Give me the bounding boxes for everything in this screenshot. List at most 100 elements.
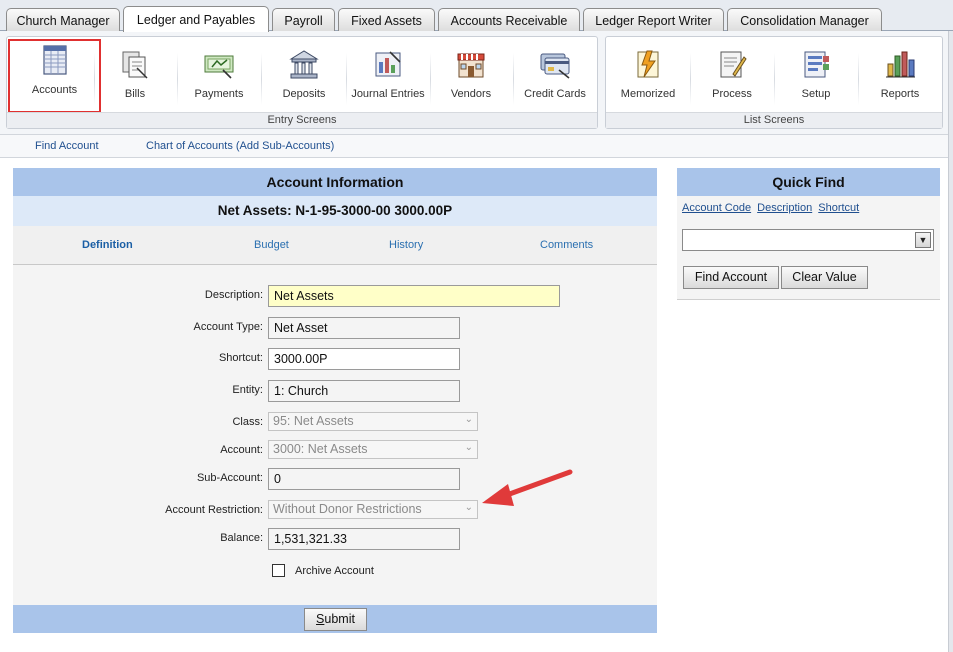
bills-button[interactable]: Bills <box>94 45 176 113</box>
tab-payroll[interactable]: Payroll <box>272 8 335 32</box>
chevron-down-icon[interactable]: ▼ <box>915 232 931 248</box>
sub-account-field: 0 <box>268 468 460 490</box>
tab-definition[interactable]: Definition <box>82 239 133 251</box>
vendors-button[interactable]: Vendors <box>430 45 512 113</box>
class-value: 95: Net Assets <box>273 414 354 428</box>
class-label: Class: <box>232 416 263 428</box>
toolbar: Accounts Bills Payments Deposits Journal… <box>0 31 953 134</box>
account-code-link[interactable]: Account Code <box>682 202 751 214</box>
entity-field: 1: Church <box>268 380 460 402</box>
description-field[interactable]: Net Assets <box>268 285 560 307</box>
shortcut-link[interactable]: Shortcut <box>818 202 859 214</box>
entry-screens-group: Accounts Bills Payments Deposits Journal… <box>6 36 598 129</box>
account-subtitle: Net Assets: N-1-95-3000-00 3000.00P <box>13 196 657 226</box>
deposits-button[interactable]: Deposits <box>263 45 345 113</box>
memorized-label: Memorized <box>620 88 676 100</box>
shortcut-row: Shortcut: 3000.00P <box>13 348 657 372</box>
accounts-label: Accounts <box>31 84 78 96</box>
class-select: 95: Net Assets ⌄ <box>268 412 478 431</box>
credit-cards-button[interactable]: Credit Cards <box>514 45 596 113</box>
submit-rest: ubmit <box>324 612 355 626</box>
payments-icon <box>204 55 234 79</box>
account-information-panel: Account Information Net Assets: N-1-95-3… <box>13 168 657 633</box>
quick-find-links: Account Code Description Shortcut <box>682 202 862 214</box>
submit-button[interactable]: Submit <box>304 608 367 631</box>
chevron-down-icon: ⌄ <box>464 442 473 453</box>
credit-cards-icon <box>540 53 570 79</box>
account-label: Account: <box>220 444 263 456</box>
annotation-arrow-icon <box>482 469 573 506</box>
archive-label: Archive Account <box>295 565 374 577</box>
description-row: Description: Net Assets <box>13 285 657 309</box>
balance-label: Balance: <box>220 532 263 544</box>
tab-ledger-report-writer[interactable]: Ledger Report Writer <box>583 8 724 32</box>
panel-title: Account Information <box>13 168 657 196</box>
description-link[interactable]: Description <box>757 202 812 214</box>
reports-icon <box>886 51 915 78</box>
reports-label: Reports <box>880 88 920 100</box>
restriction-select: Without Donor Restrictions ⌄ <box>268 500 478 519</box>
shortcut-field[interactable]: 3000.00P <box>268 348 460 370</box>
entry-screens-label: Entry Screens <box>7 112 597 128</box>
credit-cards-label: Credit Cards <box>524 88 586 100</box>
divider <box>261 53 262 105</box>
sub-navigation: Find Account Chart of Accounts (Add Sub-… <box>0 134 953 158</box>
accounts-button[interactable]: Accounts <box>8 39 101 113</box>
description-label: Description: <box>204 289 263 301</box>
balance-row: Balance: 1,531,321.33 <box>13 528 657 552</box>
tab-history[interactable]: History <box>389 239 423 251</box>
account-tabs: Definition Budget History Comments <box>13 226 657 265</box>
chevron-down-icon: ⌄ <box>464 414 473 425</box>
vendors-icon <box>457 53 485 78</box>
quick-find-title: Quick Find <box>677 168 940 196</box>
bills-icon <box>122 51 148 79</box>
setup-label: Setup <box>801 88 831 100</box>
restriction-label: Account Restriction: <box>165 504 263 516</box>
module-tab-bar: Church Manager Ledger and Payables Payro… <box>0 0 953 32</box>
tab-church-manager[interactable]: Church Manager <box>6 8 120 32</box>
list-screens-group: Memorized Process Setup Reports List Scr… <box>605 36 943 129</box>
tab-fixed-assets[interactable]: Fixed Assets <box>338 8 435 32</box>
payments-button[interactable]: Payments <box>178 45 260 113</box>
class-row: Class: 95: Net Assets ⌄ <box>13 412 657 436</box>
entity-label: Entity: <box>232 384 263 396</box>
tab-accounts-receivable[interactable]: Accounts Receivable <box>438 8 580 32</box>
account-type-row: Account Type: Net Asset <box>13 317 657 341</box>
shortcut-label: Shortcut: <box>218 352 263 364</box>
archive-row: Archive Account <box>13 564 657 588</box>
quick-find-select[interactable]: ▼ <box>682 229 934 251</box>
sub-account-label: Sub-Account: <box>196 472 263 484</box>
journal-entries-button[interactable]: Journal Entries <box>347 45 429 113</box>
journal-entries-icon <box>375 51 401 77</box>
tab-budget[interactable]: Budget <box>254 239 289 251</box>
find-account-link[interactable]: Find Account <box>35 140 99 152</box>
quick-find-panel: Quick Find Account Code Description Shor… <box>677 168 940 300</box>
tab-consolidation-manager[interactable]: Consolidation Manager <box>727 8 882 32</box>
restriction-value: Without Donor Restrictions <box>273 502 422 516</box>
setup-icon <box>804 51 829 78</box>
process-label: Process <box>712 88 752 100</box>
setup-button[interactable]: Setup <box>775 45 857 113</box>
payments-label: Payments <box>194 88 244 100</box>
entity-row: Entity: 1: Church <box>13 380 657 404</box>
window-edge <box>948 31 953 652</box>
process-button[interactable]: Process <box>691 45 773 113</box>
chevron-down-icon: ⌄ <box>464 502 473 513</box>
chart-of-accounts-link[interactable]: Chart of Accounts (Add Sub-Accounts) <box>146 140 334 152</box>
deposits-label: Deposits <box>282 88 326 100</box>
journal-entries-label: Journal Entries <box>351 88 425 100</box>
archive-checkbox[interactable] <box>272 564 285 577</box>
tab-comments[interactable]: Comments <box>540 239 593 251</box>
memorized-button[interactable]: Memorized <box>607 45 689 113</box>
clear-value-button[interactable]: Clear Value <box>781 266 868 289</box>
find-account-button[interactable]: Find Account <box>683 266 779 289</box>
vendors-label: Vendors <box>450 88 492 100</box>
reports-button[interactable]: Reports <box>859 45 941 113</box>
memorized-icon <box>637 50 659 78</box>
balance-field: 1,531,321.33 <box>268 528 460 550</box>
list-screens-label: List Screens <box>606 112 942 128</box>
bills-label: Bills <box>124 88 146 100</box>
account-row: Account: 3000: Net Assets ⌄ <box>13 440 657 464</box>
tab-ledger-and-payables[interactable]: Ledger and Payables <box>123 6 269 32</box>
process-icon <box>720 51 747 78</box>
